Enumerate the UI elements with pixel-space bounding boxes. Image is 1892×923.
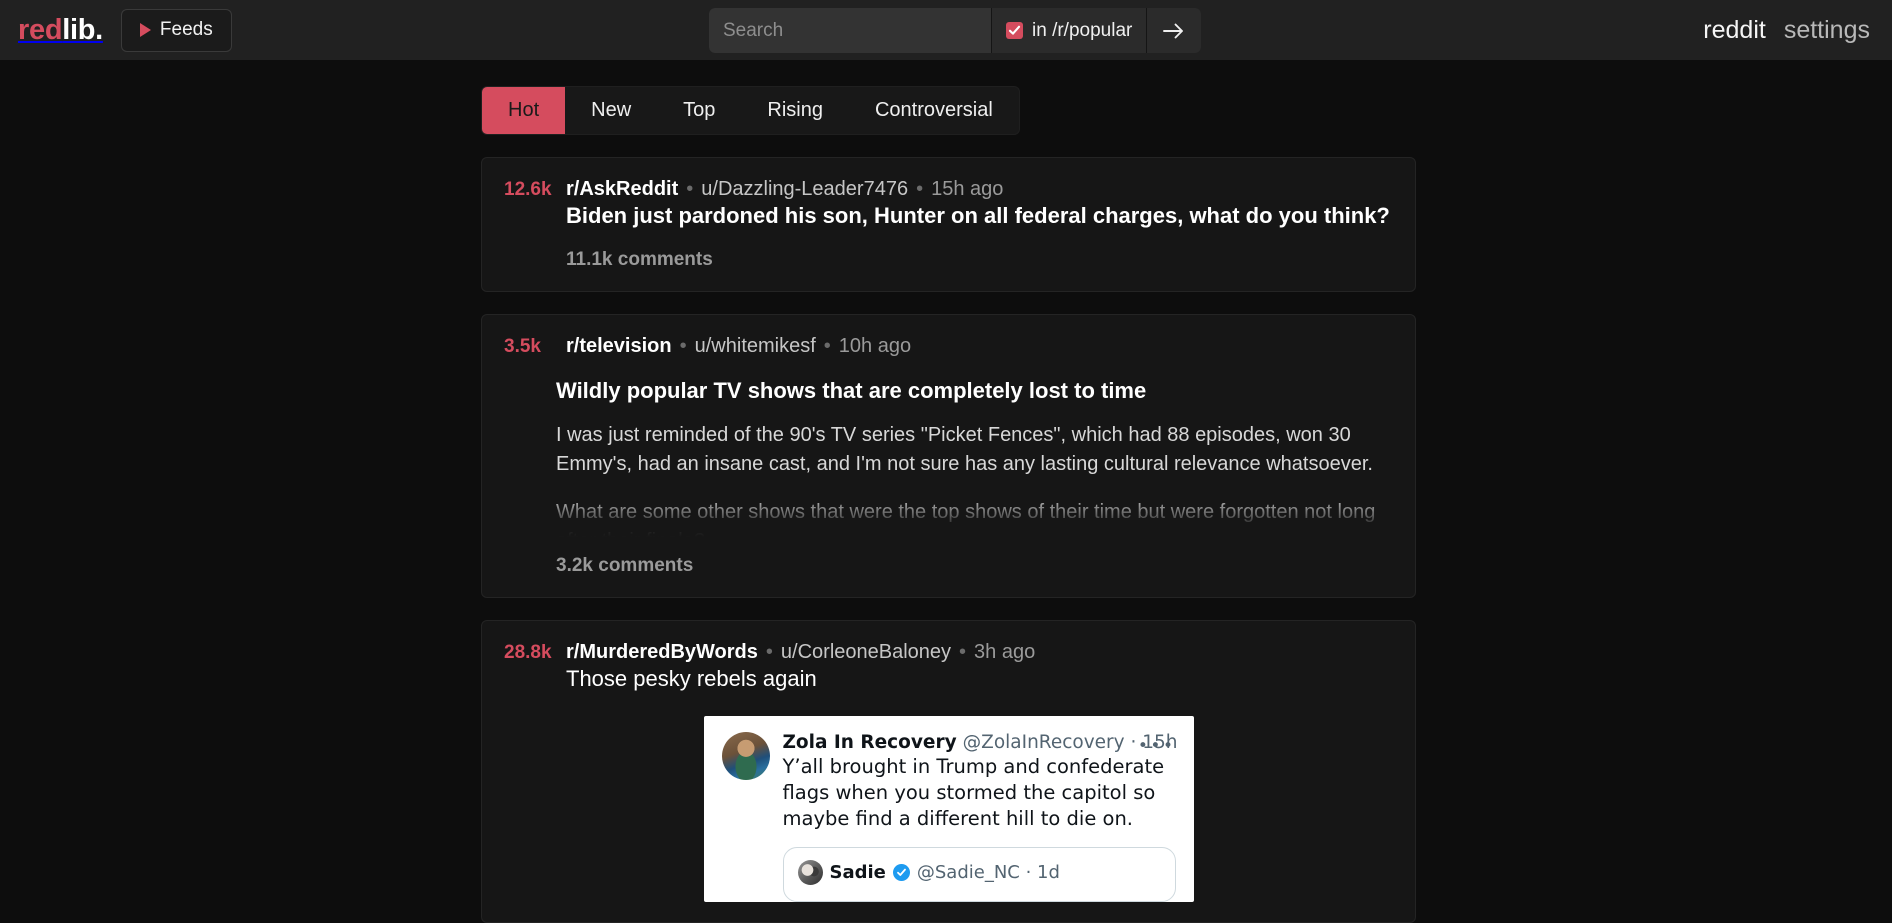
post-body: Biden just pardoned his son, Hunter on a… — [504, 201, 1393, 271]
subreddit-link[interactable]: r/MurderedByWords — [566, 641, 758, 664]
subreddit-link[interactable]: r/AskReddit — [566, 178, 678, 201]
quoted-tweet[interactable]: Sadie @Sadie_NC · 1d — [782, 847, 1176, 903]
subreddit-link[interactable]: r/television — [566, 335, 672, 358]
restrict-to-subreddit-checkbox[interactable]: in /r/popular — [991, 8, 1147, 53]
comments-link[interactable]: 11.1k comments — [566, 249, 713, 271]
author-link[interactable]: u/Dazzling-Leader7476 — [701, 178, 908, 201]
post-card[interactable]: 12.6k r/AskReddit • u/Dazzling-Leader747… — [481, 157, 1416, 292]
separator-dot: • — [686, 178, 694, 200]
feeds-button-label: Feeds — [159, 19, 213, 40]
post-age: 3h ago — [974, 641, 1036, 664]
verified-badge-icon — [892, 864, 910, 882]
separator-dot: • — [765, 641, 773, 664]
post-title[interactable]: Wildly popular TV shows that are complet… — [556, 376, 1393, 406]
post-score: 28.8k — [504, 642, 552, 664]
post-body: Those pesky rebels again — [504, 664, 1393, 694]
separator-dot: • — [916, 178, 924, 200]
post-meta: 28.8k r/MurderedByWords • u/CorleoneBalo… — [504, 641, 1393, 664]
checkbox-checked-icon — [1006, 22, 1023, 39]
quoted-tweet-header: Sadie @Sadie_NC · 1d — [797, 860, 1161, 886]
post-score: 3.5k — [504, 335, 541, 357]
tab-hot[interactable]: Hot — [482, 87, 566, 134]
post-body: Wildly popular TV shows that are complet… — [504, 376, 1393, 578]
post-score: 12.6k — [504, 179, 552, 200]
separator-dot: • — [823, 334, 831, 357]
header-links: reddit settings — [1703, 0, 1870, 60]
separator-dot: • — [959, 641, 967, 664]
arrow-right-icon — [1163, 23, 1184, 38]
post-text-preview: I was just reminded of the 90's TV serie… — [556, 421, 1393, 538]
post-paragraph: I was just reminded of the 90's TV serie… — [556, 424, 1373, 475]
ellipsis-icon[interactable]: ••• — [1138, 736, 1176, 756]
settings-link[interactable]: settings — [1784, 16, 1870, 45]
play-triangle-icon — [139, 23, 151, 37]
tab-top[interactable]: Top — [657, 87, 741, 134]
tweet-avatar — [721, 732, 770, 781]
site-logo[interactable]: redlib. — [18, 14, 103, 47]
post-image-tweet-screenshot[interactable]: Zola In Recovery @ZolaInRecovery · 15h •… — [703, 716, 1194, 903]
top-header: redlib. Feeds in /r/popular reddit setti… — [0, 0, 1892, 60]
tweet-display-name: Zola In Recovery — [782, 732, 957, 754]
post-meta: 3.5k r/television • u/whitemikesf • 10h … — [504, 335, 1393, 358]
tweet-main: Zola In Recovery @ZolaInRecovery · 15h •… — [782, 732, 1178, 903]
post-meta: 12.6k r/AskReddit • u/Dazzling-Leader747… — [504, 178, 1393, 201]
author-link[interactable]: u/CorleoneBaloney — [781, 641, 951, 664]
tab-rising[interactable]: Rising — [741, 87, 849, 134]
search-input[interactable] — [709, 8, 991, 53]
feeds-button[interactable]: Feeds — [120, 8, 232, 52]
quoted-tweet-name: Sadie — [829, 862, 886, 884]
reddit-link[interactable]: reddit — [1703, 16, 1766, 45]
sort-tabs: Hot New Top Rising Controversial — [481, 86, 1020, 135]
search-bar: in /r/popular — [709, 8, 1202, 53]
quoted-tweet-handle: @Sadie_NC · 1d — [916, 862, 1060, 884]
restrict-label: in /r/popular — [1032, 19, 1133, 41]
post-title[interactable]: Those pesky rebels again — [566, 666, 817, 691]
comments-link[interactable]: 3.2k comments — [556, 555, 693, 577]
main-column: Hot New Top Rising Controversial 12.6k r… — [481, 60, 1416, 923]
tweet-header: Zola In Recovery @ZolaInRecovery · 15h •… — [782, 732, 1178, 756]
tab-controversial[interactable]: Controversial — [849, 87, 1019, 134]
quoted-tweet-avatar — [797, 860, 823, 886]
logo-text-red: red — [18, 13, 63, 46]
post-card[interactable]: 3.5k r/television • u/whitemikesf • 10h … — [481, 313, 1416, 599]
post-card[interactable]: 28.8k r/MurderedByWords • u/CorleoneBalo… — [481, 620, 1416, 923]
post-age: 10h ago — [838, 334, 912, 357]
search-submit-button[interactable] — [1146, 8, 1202, 53]
author-link[interactable]: u/whitemikesf — [695, 335, 816, 358]
tweet-text: Y’all brought in Trump and confederate f… — [782, 755, 1165, 830]
logo-text-white: lib. — [62, 13, 103, 46]
separator-dot: • — [679, 334, 687, 357]
post-paragraph: What are some other shows that were the … — [556, 501, 1376, 537]
tab-new[interactable]: New — [565, 87, 657, 134]
tweet-row: Zola In Recovery @ZolaInRecovery · 15h •… — [721, 732, 1178, 903]
post-title[interactable]: Biden just pardoned his son, Hunter on a… — [566, 203, 1390, 228]
post-age: 15h ago — [931, 178, 1004, 200]
